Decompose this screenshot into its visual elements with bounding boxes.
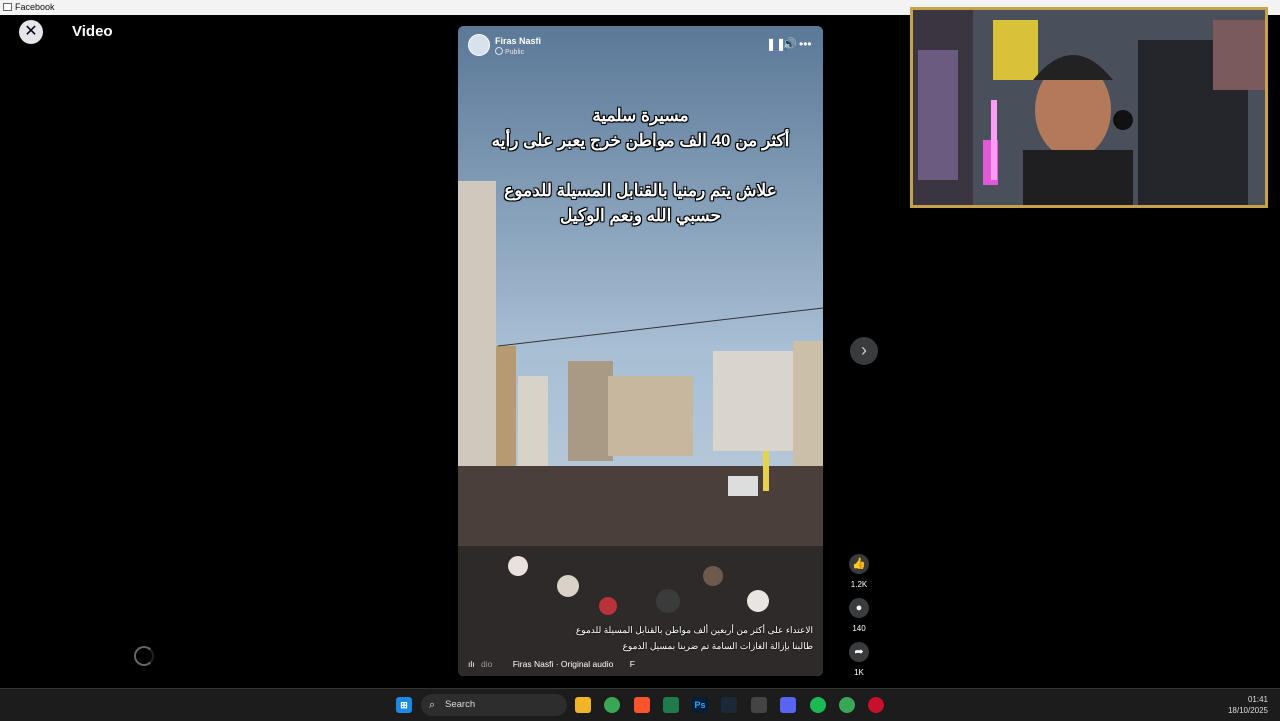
next-video-button[interactable]: ›	[850, 337, 878, 365]
window-title: Facebook	[15, 2, 55, 12]
overlay-text-line: علاش يتم رمنيا بالقنابل المسيلة للدموع	[504, 181, 777, 200]
chrome-profile-icon[interactable]	[839, 697, 855, 713]
overlay-text-line: حسبي الله ونعم الوكيل	[559, 206, 722, 225]
taskbar: ⊞ ⌕ Search Ps 01:41 18/10/2025	[0, 688, 1280, 721]
caption-line: الاعتداء على أكثر من أربعين ألف مواطن با…	[575, 625, 813, 635]
video-player[interactable]: Firas Nasfi Public ❚❚ 🔊 ••• مسيرة سلمية …	[458, 26, 823, 676]
close-button[interactable]: ✕	[19, 20, 43, 44]
spotify-icon[interactable]	[810, 697, 826, 713]
like-count: 1.2K	[850, 580, 868, 589]
loading-spinner-icon	[134, 646, 154, 666]
webcam-image	[913, 10, 1265, 205]
share-count: 1K	[854, 668, 864, 677]
author-avatar[interactable]	[468, 34, 490, 56]
clock-time: 01:41	[1247, 695, 1268, 704]
audio-left-text: dio	[481, 659, 493, 669]
opera-icon[interactable]	[868, 697, 884, 713]
comment-count: 140	[852, 624, 866, 633]
author-name[interactable]: Firas Nasfi	[495, 36, 541, 46]
volume-icon[interactable]: 🔊	[782, 38, 797, 50]
overlay-text-line: أكثر من 40 الف مواطن خرج يعبر على رأيه	[491, 131, 790, 150]
comment-icon[interactable]: ●	[849, 598, 869, 618]
page-title: Video	[72, 23, 113, 40]
close-icon: ✕	[24, 23, 38, 40]
caption-line: طالبنا بإزالة الغازات السامة تم ضربنا بم…	[622, 641, 813, 651]
windows-start-icon[interactable]: ⊞	[396, 697, 412, 713]
chrome-icon[interactable]	[604, 697, 620, 713]
webcam-overlay	[910, 7, 1268, 208]
share-action[interactable]: ➦ 1K	[846, 642, 872, 677]
comment-action[interactable]: ● 140	[846, 598, 872, 633]
app-icon	[3, 3, 12, 11]
clock-date: 18/10/2025	[1227, 706, 1268, 715]
search-icon: ⌕	[429, 699, 436, 711]
audio-suffix: F	[629, 659, 635, 669]
discord-icon[interactable]	[780, 697, 796, 713]
audio-wave-icon: ılı	[468, 659, 475, 669]
privacy-text: Public	[505, 49, 525, 56]
privacy-label: Public	[495, 47, 524, 56]
taskbar-search[interactable]: ⌕ Search	[421, 694, 567, 716]
obs-icon[interactable]	[751, 697, 767, 713]
audio-name: Firas Nasfi · Original audio	[512, 659, 614, 669]
globe-icon	[495, 47, 503, 55]
chevron-right-icon: ›	[861, 340, 867, 360]
app-icon[interactable]	[663, 697, 679, 713]
more-options-icon[interactable]: •••	[799, 38, 812, 50]
system-clock[interactable]: 01:41 18/10/2025	[1228, 694, 1268, 716]
photoshop-icon[interactable]: Ps	[692, 697, 708, 713]
steam-icon[interactable]	[721, 697, 737, 713]
like-action[interactable]: 👍 1.2K	[846, 554, 872, 589]
overlay-text-line: مسيرة سلمية	[592, 106, 689, 125]
search-placeholder: Search	[445, 699, 476, 710]
like-icon[interactable]: 👍	[849, 554, 869, 574]
file-explorer-icon[interactable]	[575, 697, 591, 713]
share-icon[interactable]: ➦	[849, 642, 869, 662]
audio-row[interactable]: ılı dio Firas Nasfi · Original audio F	[468, 659, 635, 669]
brave-icon[interactable]	[634, 697, 650, 713]
